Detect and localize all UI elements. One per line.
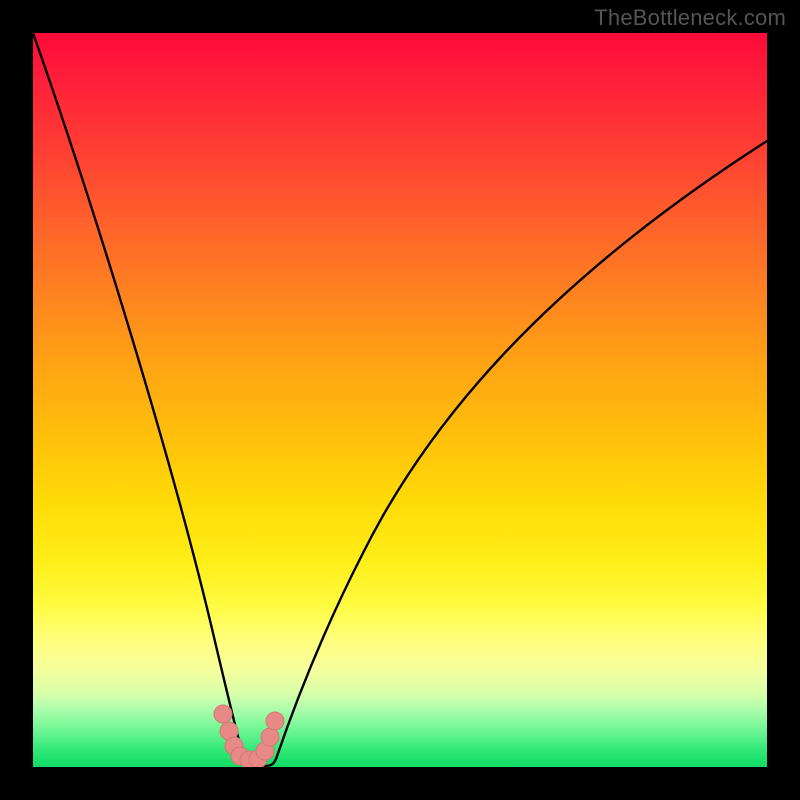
plot-area	[33, 33, 767, 767]
curve-layer	[33, 33, 767, 767]
bottleneck-curve	[33, 33, 767, 766]
watermark-text: TheBottleneck.com	[594, 5, 786, 31]
trough-markers	[214, 705, 284, 767]
outer-frame: TheBottleneck.com	[0, 0, 800, 800]
